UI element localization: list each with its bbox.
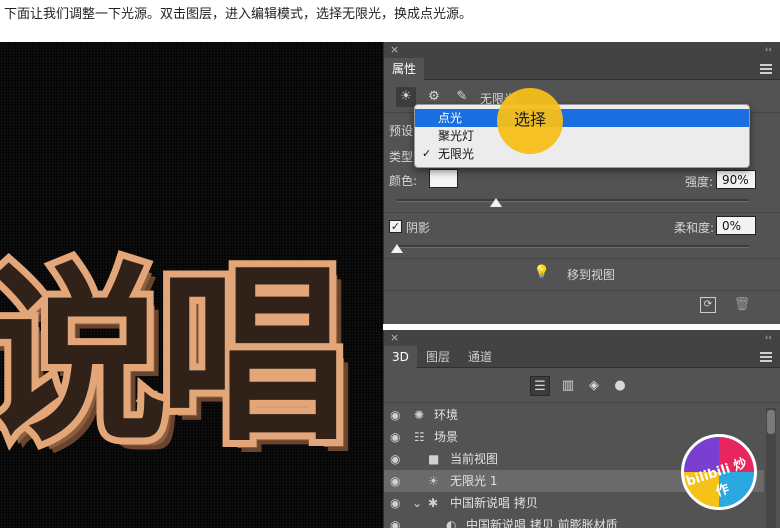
tab-channels[interactable]: 通道	[460, 346, 500, 368]
eye-icon[interactable]: ◉	[390, 448, 400, 470]
layer-name: 中国新说唱 拷贝 前膨胀材质	[466, 518, 618, 528]
dropdown-item-infinite-light[interactable]: ✓ 无限光	[415, 145, 749, 163]
eye-icon[interactable]: ◉	[390, 492, 400, 514]
layers-scrollbar[interactable]	[766, 408, 776, 528]
properties-panel: × ‹‹ 属性 ☀ ⚙ ✎ 无限光 预设 类型 颜色: 强度: 90% ✓ 阴影…	[383, 42, 780, 324]
light-type-dropdown[interactable]: 点光 聚光灯 ✓ 无限光	[414, 104, 750, 168]
eye-icon[interactable]: ◉	[390, 470, 400, 492]
intensity-slider-thumb[interactable]	[490, 198, 503, 207]
scene-icon: ☷	[414, 430, 425, 444]
scrollbar-thumb[interactable]	[767, 410, 775, 434]
3d-tabbar: 3D 图层 通道	[384, 346, 780, 368]
trash-icon[interactable]: 🗑	[732, 295, 752, 315]
properties-titlebar: × ‹‹	[384, 42, 780, 58]
softness-label: 柔和度:	[674, 221, 715, 235]
light-color-swatch[interactable]	[429, 169, 458, 188]
layer-row[interactable]: ◉ ✺ 环境	[384, 404, 764, 426]
light-sun-icon[interactable]: ☀	[396, 87, 416, 107]
layer-name: 无限光 1	[450, 474, 498, 488]
eye-icon[interactable]: ◉	[390, 404, 400, 426]
environment-icon: ✺	[414, 408, 425, 422]
3d-text-art: 说唱	[0, 246, 348, 467]
meshes-icon[interactable]: ▥	[558, 376, 578, 396]
close-icon[interactable]: ×	[390, 42, 399, 58]
properties-tabbar: 属性	[384, 58, 780, 80]
chevron-down-icon[interactable]: ⌄	[412, 492, 422, 514]
document-canvas[interactable]: 说唱 说唱	[0, 42, 383, 528]
panel-menu-icon[interactable]	[760, 352, 772, 362]
annotation-highlight: 选择	[497, 88, 563, 154]
shadow-label: 阴影	[406, 221, 431, 235]
tab-3d[interactable]: 3D	[384, 346, 417, 368]
watermark-logo: bilibili 炒作	[681, 434, 757, 510]
dropdown-item-label: 点光	[438, 111, 463, 125]
divider	[384, 402, 780, 403]
collapse-icon[interactable]: ‹‹	[765, 42, 772, 58]
divider	[384, 212, 780, 213]
softness-input[interactable]: 0%	[716, 216, 756, 235]
layer-name: 场景	[434, 430, 459, 444]
tab-properties[interactable]: 属性	[384, 58, 425, 80]
mesh-icon: ✱	[428, 496, 439, 510]
move-to-view-button[interactable]: 移到视图	[567, 266, 615, 283]
intensity-slider-track[interactable]	[397, 199, 749, 202]
type-label: 类型	[389, 150, 414, 164]
camera-icon: ■	[428, 452, 440, 466]
material-icon: ◐	[446, 518, 457, 528]
dropdown-item-label: 无限光	[438, 147, 475, 161]
eye-icon[interactable]: ◉	[390, 426, 400, 448]
3d-titlebar: × ‹‹	[384, 330, 780, 346]
tutorial-caption: 下面让我们调整一下光源。双击图层，进入编辑模式，选择无限光，换成点光源。	[4, 7, 473, 22]
render-icon[interactable]: ⟳	[700, 297, 716, 313]
check-icon: ✓	[422, 147, 432, 160]
dropdown-item-spot-light[interactable]: 聚光灯	[415, 127, 749, 145]
softness-slider-thumb[interactable]	[391, 244, 403, 253]
divider	[384, 258, 780, 259]
materials-icon[interactable]: ◈	[584, 376, 604, 396]
layer-name: 中国新说唱 拷贝	[450, 496, 538, 510]
intensity-input[interactable]: 90%	[716, 170, 756, 189]
intensity-label: 强度:	[685, 175, 714, 189]
dropdown-item-point-light[interactable]: 点光	[415, 109, 749, 127]
lights-icon[interactable]: ●	[610, 376, 630, 396]
eye-icon[interactable]: ◉	[390, 514, 400, 528]
move-to-view-icon[interactable]: 💡	[532, 263, 552, 283]
close-icon[interactable]: ×	[390, 330, 399, 346]
divider	[384, 290, 780, 291]
panel-menu-icon[interactable]	[760, 64, 772, 74]
color-label: 颜色:	[389, 174, 418, 188]
layer-name: 环境	[434, 408, 459, 422]
whole-scene-icon[interactable]: ☰	[530, 376, 550, 396]
softness-slider-track[interactable]	[397, 245, 749, 248]
preset-label: 预设	[389, 124, 414, 138]
dropdown-item-label: 聚光灯	[438, 129, 475, 143]
layer-row[interactable]: ◉ ◐ 中国新说唱 拷贝 前膨胀材质	[384, 514, 764, 528]
collapse-icon[interactable]: ‹‹	[765, 330, 772, 346]
tab-layers[interactable]: 图层	[418, 346, 458, 368]
sun-icon: ☀	[428, 474, 439, 488]
shadow-checkbox[interactable]: ✓	[389, 220, 402, 233]
layer-name: 当前视图	[450, 452, 499, 466]
